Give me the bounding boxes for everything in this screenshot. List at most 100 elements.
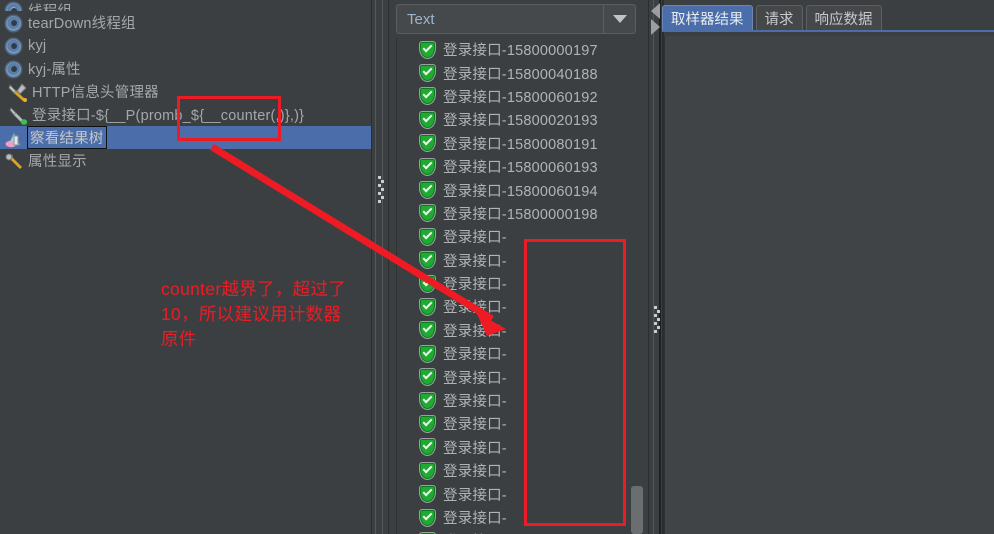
splitter-left[interactable] [371, 0, 389, 534]
tab-1[interactable]: 请求 [755, 5, 803, 31]
success-shield-icon [419, 110, 436, 129]
success-shield-icon [419, 157, 436, 176]
result-row-label: 登录接口- [443, 300, 507, 317]
tree-item-1[interactable]: tearDown线程组 [0, 11, 371, 34]
tab-scroll-steppers[interactable] [650, 2, 662, 36]
success-shield-icon [419, 508, 436, 527]
success-shield-icon [419, 87, 436, 106]
search-type-combo[interactable]: Text [396, 4, 636, 34]
result-row-label: 登录接口- [443, 487, 507, 504]
result-row-label: 登录接口- [443, 323, 507, 340]
result-row[interactable]: 登录接口-15800060194 [397, 178, 642, 201]
result-row[interactable]: 登录接口-15800060192 [397, 85, 642, 108]
sampler-result-panel: 取样器结果 请求 响应数据 [662, 0, 994, 534]
success-shield-icon [419, 438, 436, 457]
annotation-line: 原件 [161, 329, 197, 349]
results-tree-icon [4, 128, 24, 148]
tab-2[interactable]: 响应数据 [805, 5, 882, 31]
result-row-label: 登录接口-15800000197 [443, 43, 598, 60]
tree-item-0[interactable]: 线程组 [0, 0, 371, 11]
empty-values-highlight-rect [524, 239, 626, 526]
result-row-label: 登录接口- [443, 440, 507, 457]
success-shield-icon [419, 134, 436, 153]
annotation-note: counter越界了，超过了 10，所以建议用计数器 原件 [161, 277, 371, 352]
results-scrollbar[interactable] [630, 38, 644, 534]
tree-item-2[interactable]: kyj [0, 34, 371, 57]
counter-highlight-rect [177, 96, 281, 141]
search-type-value[interactable]: Text [397, 11, 603, 28]
gear-icon [4, 0, 24, 11]
result-row-label: 登录接口- [443, 253, 507, 270]
result-row-label: 登录接口- [443, 464, 507, 481]
success-shield-icon [419, 40, 436, 59]
tree-row-list[interactable]: 线程组tearDown线程组kyjkyj-属性HTTP信息头管理器登录接口-${… [0, 0, 371, 172]
gear-icon [4, 36, 24, 56]
result-row[interactable]: 登录接口-15800000198 [397, 202, 642, 225]
result-row-label: 登录接口-15800000198 [443, 206, 598, 223]
result-row[interactable]: 登录接口-15800020193 [397, 108, 642, 131]
tab-content-area[interactable] [664, 36, 994, 534]
success-shield-icon [419, 251, 436, 270]
tree-item-label: 线程组 [28, 0, 72, 11]
result-row-label: 登录接口- [443, 530, 507, 534]
result-row-label: 登录接口- [443, 394, 507, 411]
gear-icon [4, 59, 24, 79]
tree-item-7[interactable]: 属性显示 [0, 149, 371, 172]
result-row-label: 登录接口- [443, 277, 507, 294]
success-shield-icon [419, 227, 436, 246]
success-shield-icon [419, 344, 436, 363]
result-row-label: 登录接口- [443, 230, 507, 247]
success-shield-icon [419, 414, 436, 433]
result-row-label: 登录接口- [443, 511, 507, 527]
result-tabstrip[interactable]: 取样器结果 请求 响应数据 [662, 3, 885, 31]
result-row-label: 登录接口-15800040188 [443, 66, 598, 83]
chevron-left-icon[interactable] [651, 3, 660, 19]
success-shield-icon [419, 204, 436, 223]
result-row-label: 登录接口-15800060192 [443, 89, 598, 106]
annotation-line: counter越界了，超过了 [161, 279, 347, 299]
tab-0[interactable]: 取样器结果 [662, 5, 753, 31]
hammer-icon [4, 151, 24, 171]
success-shield-icon [419, 181, 436, 200]
result-row[interactable]: 登录接口-15800080191 [397, 132, 642, 155]
results-scrollbar-thumb[interactable] [631, 486, 643, 534]
success-shield-icon [419, 461, 436, 480]
tree-item-label: HTTP信息头管理器 [32, 85, 159, 101]
result-row-label: 登录接口-15800020193 [443, 113, 598, 130]
result-row-label: 登录接口-15800080191 [443, 136, 598, 153]
splitter-left-grip[interactable] [378, 176, 384, 204]
tree-item-label: kyj [28, 37, 47, 54]
wrench-icon [8, 82, 28, 102]
jmeter-window: 线程组tearDown线程组kyjkyj-属性HTTP信息头管理器登录接口-${… [0, 0, 994, 534]
success-shield-icon [419, 274, 436, 293]
success-shield-icon [419, 391, 436, 410]
success-shield-icon [419, 321, 436, 340]
splitter-right[interactable] [648, 0, 662, 534]
success-shield-icon [419, 64, 436, 83]
result-row-label: 登录接口- [443, 347, 507, 364]
tree-item-label: 属性显示 [28, 154, 87, 170]
splitter-right-grip[interactable] [654, 306, 660, 334]
tab-underline [662, 30, 994, 32]
chevron-right-icon[interactable] [651, 19, 660, 35]
success-shield-icon [419, 368, 436, 387]
result-row[interactable]: 登录接口- [397, 529, 642, 534]
success-shield-icon [419, 297, 436, 316]
result-row[interactable]: 登录接口-15800040188 [397, 61, 642, 84]
chevron-down-icon[interactable] [603, 5, 635, 33]
result-row[interactable]: 登录接口-15800000197 [397, 38, 642, 61]
tree-item-3[interactable]: kyj-属性 [0, 57, 371, 80]
test-plan-tree[interactable]: 线程组tearDown线程组kyjkyj-属性HTTP信息头管理器登录接口-${… [0, 0, 371, 534]
tree-item-label: 察看结果树 [27, 126, 107, 149]
result-row-label: 登录接口-15800060194 [443, 183, 598, 200]
success-shield-icon [419, 485, 436, 504]
pipette-icon [8, 105, 28, 125]
result-row-label: 登录接口- [443, 370, 507, 387]
result-row[interactable]: 登录接口-15800060193 [397, 155, 642, 178]
result-row-label: 登录接口- [443, 417, 507, 434]
tree-item-label: tearDown线程组 [28, 16, 136, 32]
annotation-line: 10，所以建议用计数器 [161, 304, 342, 324]
gear-icon [4, 13, 24, 33]
result-row-label: 登录接口-15800060193 [443, 160, 598, 177]
tree-item-label: kyj-属性 [28, 62, 81, 78]
